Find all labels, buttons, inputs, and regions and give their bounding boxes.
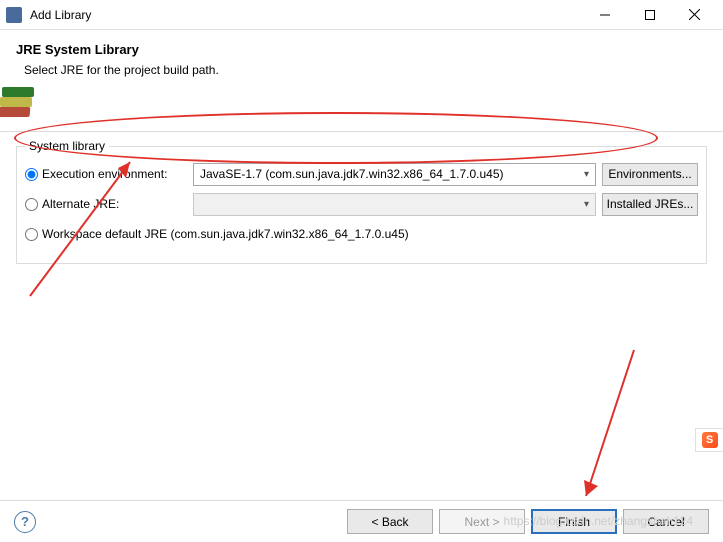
app-icon: [6, 7, 22, 23]
page-subtitle: Select JRE for the project build path.: [16, 63, 707, 77]
workspace-default-radio-label[interactable]: Workspace default JRE (com.sun.java.jdk7…: [25, 227, 409, 241]
content-area: System library Execution environment: Ja…: [0, 132, 723, 264]
chevron-down-icon: ▾: [584, 169, 589, 180]
workspace-default-text: Workspace default JRE (com.sun.java.jdk7…: [42, 227, 409, 241]
environments-button[interactable]: Environments...: [602, 163, 698, 186]
installed-jres-button[interactable]: Installed JREs...: [602, 193, 698, 216]
maximize-button[interactable]: [627, 1, 672, 29]
system-library-group: System library Execution environment: Ja…: [16, 146, 707, 264]
alternate-jre-row: Alternate JRE: ▾ Installed JREs...: [25, 191, 698, 217]
minimize-button[interactable]: [582, 1, 627, 29]
execution-env-combo[interactable]: JavaSE-1.7 (com.sun.java.jdk7.win32.x86_…: [193, 163, 596, 186]
titlebar: Add Library: [0, 0, 723, 30]
close-button[interactable]: [672, 1, 717, 29]
dialog-footer: ? < Back Next > Finish Cancel: [0, 500, 723, 542]
chevron-down-icon: ▾: [584, 199, 589, 210]
execution-env-text: Execution environment:: [42, 167, 167, 181]
cancel-button[interactable]: Cancel: [623, 509, 709, 534]
workspace-default-radio[interactable]: [25, 228, 38, 241]
alternate-jre-combo: ▾: [193, 193, 596, 216]
next-button: Next >: [439, 509, 525, 534]
alternate-jre-radio-label[interactable]: Alternate JRE:: [25, 197, 187, 211]
execution-env-row: Execution environment: JavaSE-1.7 (com.s…: [25, 161, 698, 187]
ime-indicator[interactable]: S: [695, 428, 723, 452]
execution-env-radio-label[interactable]: Execution environment:: [25, 167, 187, 181]
execution-env-radio[interactable]: [25, 168, 38, 181]
execution-env-value: JavaSE-1.7 (com.sun.java.jdk7.win32.x86_…: [200, 167, 504, 181]
page-title: JRE System Library: [16, 42, 707, 57]
alternate-jre-radio[interactable]: [25, 198, 38, 211]
alternate-jre-text: Alternate JRE:: [42, 197, 119, 211]
window-title: Add Library: [30, 8, 582, 22]
dialog-header: JRE System Library Select JRE for the pr…: [0, 30, 723, 132]
help-button[interactable]: ?: [14, 511, 36, 533]
sogou-icon: S: [702, 432, 718, 448]
group-label: System library: [25, 139, 109, 153]
back-button[interactable]: < Back: [347, 509, 433, 534]
library-icon: [0, 87, 38, 127]
workspace-default-row: Workspace default JRE (com.sun.java.jdk7…: [25, 221, 698, 247]
finish-button[interactable]: Finish: [531, 509, 617, 534]
